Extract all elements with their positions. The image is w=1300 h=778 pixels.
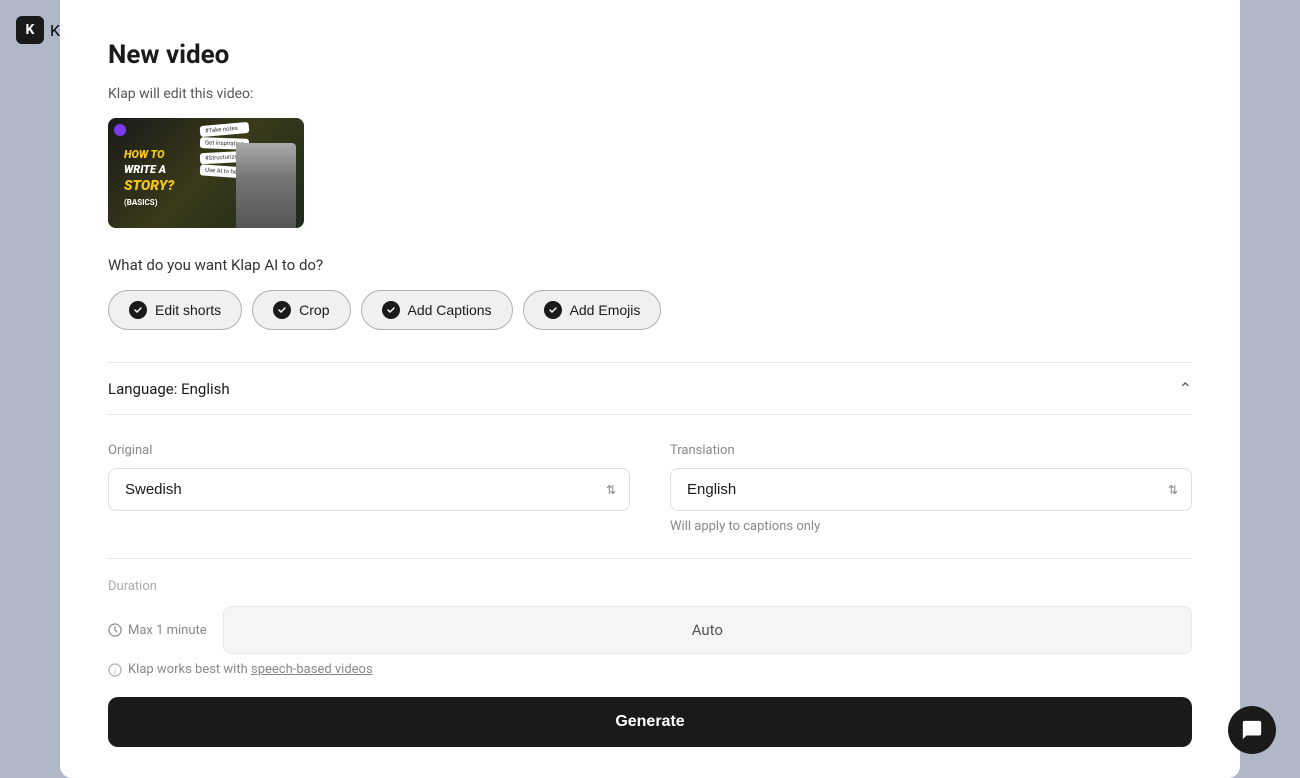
modal-overlay: K K New video Klap will edit this video:…	[0, 0, 1300, 778]
original-language-select[interactable]: Swedish English Spanish French German	[108, 468, 630, 511]
note-1: #Take notes	[200, 122, 250, 137]
toggle-crop[interactable]: Crop	[252, 290, 350, 330]
purple-badge-icon	[114, 124, 126, 136]
main-modal: New video Klap will edit this video: HOW…	[60, 0, 1240, 778]
toggle-add-captions[interactable]: Add Captions	[361, 290, 513, 330]
toggle-add-emojis-label: Add Emojis	[570, 302, 641, 318]
klap-note-text: Klap works best with speech-based videos	[128, 662, 373, 677]
language-header[interactable]: Language: English ⌃	[108, 363, 1192, 415]
svg-text:i: i	[114, 667, 116, 676]
duration-auto-box: Auto	[223, 606, 1192, 654]
toggle-edit-shorts-label: Edit shorts	[155, 302, 221, 318]
modal-title: New video	[108, 40, 1192, 70]
original-col: Original Swedish English Spanish French …	[108, 443, 630, 534]
max-duration-text: Max 1 minute	[128, 623, 207, 638]
translation-col: Translation English Swedish Spanish Fren…	[670, 443, 1192, 534]
chat-icon	[1241, 719, 1263, 741]
check-icon-edit-shorts	[129, 301, 147, 319]
translation-select-wrapper: English Swedish Spanish French German ⇅	[670, 468, 1192, 511]
language-header-text: Language: English	[108, 380, 230, 398]
duration-label: Duration	[108, 579, 1192, 594]
klap-logo-text: K	[50, 21, 60, 40]
klap-note: i Klap works best with speech-based vide…	[108, 662, 1192, 677]
toggle-buttons-group: Edit shorts Crop Add Captions	[108, 290, 1192, 330]
generate-button[interactable]: Generate	[108, 697, 1192, 747]
klap-logo-letter: K	[26, 22, 35, 38]
modal-subtitle: Klap will edit this video:	[108, 86, 1192, 102]
thumbnail-main-text: HOW TOWRITE ASTORY?(Basics)	[116, 136, 174, 209]
duration-info: Max 1 minute	[108, 623, 207, 638]
speech-based-link[interactable]: speech-based videos	[251, 662, 373, 677]
toggle-add-captions-label: Add Captions	[408, 302, 492, 318]
caption-note: Will apply to captions only	[670, 519, 1192, 534]
check-icon-captions	[382, 301, 400, 319]
translation-label: Translation	[670, 443, 1192, 458]
klap-logo-area[interactable]: K K	[16, 16, 60, 44]
info-icon: i	[108, 663, 122, 677]
duration-section: Duration Max 1 minute Auto i	[108, 559, 1192, 677]
check-icon-emojis	[544, 301, 562, 319]
toggle-edit-shorts[interactable]: Edit shorts	[108, 290, 242, 330]
original-label: Original	[108, 443, 630, 458]
toggle-add-emojis[interactable]: Add Emojis	[523, 290, 662, 330]
language-content: Original Swedish English Spanish French …	[108, 415, 1192, 559]
chevron-up-icon: ⌃	[1179, 379, 1192, 398]
duration-row: Max 1 minute Auto	[108, 606, 1192, 654]
thumbnail-content: HOW TOWRITE ASTORY?(Basics) #Take notes …	[108, 118, 304, 228]
original-select-wrapper: Swedish English Spanish French German ⇅	[108, 468, 630, 511]
toggle-crop-label: Crop	[299, 302, 329, 318]
language-section: Language: English ⌃ Original Swedish Eng…	[108, 362, 1192, 677]
check-icon-crop	[273, 301, 291, 319]
thumbnail-person	[236, 143, 296, 228]
translation-language-select[interactable]: English Swedish Spanish French German	[670, 468, 1192, 511]
clock-icon	[108, 623, 122, 637]
action-question: What do you want Klap AI to do?	[108, 256, 1192, 274]
chat-bubble-button[interactable]	[1228, 706, 1276, 754]
klap-logo-box: K	[16, 16, 44, 44]
video-thumbnail: HOW TOWRITE ASTORY?(Basics) #Take notes …	[108, 118, 304, 228]
